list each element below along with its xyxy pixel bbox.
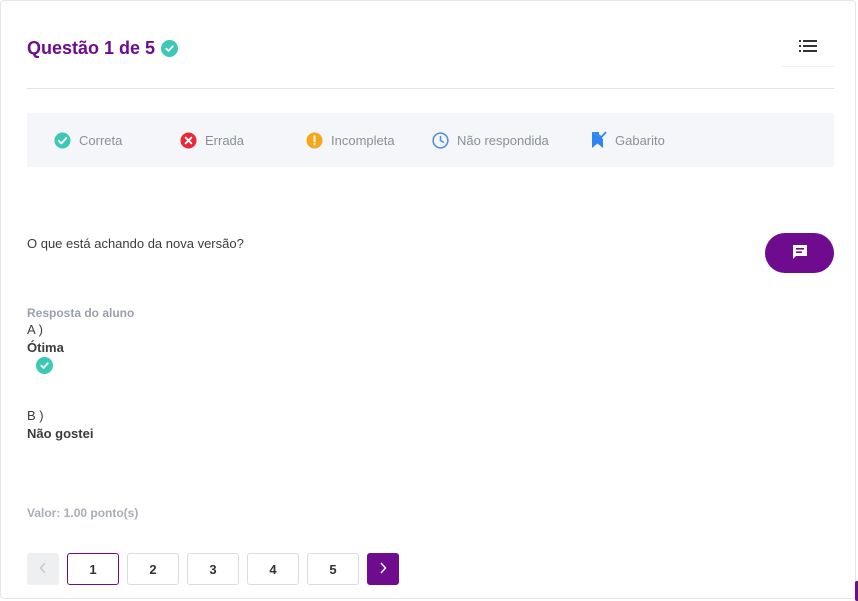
question-text: O que está achando da nova versão?	[27, 236, 244, 251]
question-value: Valor: 1.00 ponto(s)	[27, 506, 139, 520]
page-title: Questão 1 de 5	[27, 38, 179, 59]
question-header: Questão 1 de 5	[27, 36, 834, 89]
question-list-button[interactable]	[782, 30, 834, 67]
list-icon	[799, 39, 817, 57]
comment-button[interactable]	[765, 233, 834, 273]
chevron-left-icon	[39, 561, 47, 577]
page-button-5[interactable]: 5	[307, 553, 359, 585]
legend-label: Incompleta	[331, 132, 395, 148]
bookmark-check-icon	[589, 131, 607, 149]
legend-label: Gabarito	[615, 132, 665, 148]
legend-label: Errada	[205, 132, 245, 148]
legend-label: Correta	[79, 132, 123, 148]
option-text: Não gostei	[27, 426, 94, 441]
legend-label: Não respondida	[457, 132, 549, 148]
page-button-2[interactable]: 2	[127, 553, 179, 585]
pagination: 1 2 3 4 5	[27, 553, 399, 585]
next-page-button[interactable]	[367, 553, 399, 585]
comment-icon	[791, 243, 809, 264]
page-button-3[interactable]: 3	[187, 553, 239, 585]
previous-page-button[interactable]	[27, 553, 59, 585]
legend-item-unanswered: Não respondida	[431, 113, 549, 167]
option-text: Ótima	[27, 340, 64, 355]
legend-item-answer-key: Gabarito	[589, 113, 665, 167]
option-letter: B )	[27, 408, 44, 423]
legend-item-wrong: Errada	[179, 113, 244, 167]
page-button-4[interactable]: 4	[247, 553, 299, 585]
exclamation-circle-icon	[305, 131, 323, 149]
status-legend: Correta Errada Incompleta Não respondida…	[27, 113, 834, 167]
legend-item-correct: Correta	[53, 113, 122, 167]
question-counter: Questão 1 de 5	[27, 38, 156, 58]
clock-icon	[431, 131, 449, 149]
x-circle-icon	[179, 131, 197, 149]
option-letter: A )	[27, 322, 43, 337]
page-button-1[interactable]: 1	[67, 553, 119, 585]
selected-check-icon	[36, 357, 53, 374]
check-circle-icon	[53, 131, 71, 149]
student-answer-label: Resposta do aluno	[27, 306, 135, 320]
legend-item-incomplete: Incompleta	[305, 113, 395, 167]
chevron-right-icon	[379, 561, 387, 577]
check-circle-icon	[161, 40, 179, 57]
